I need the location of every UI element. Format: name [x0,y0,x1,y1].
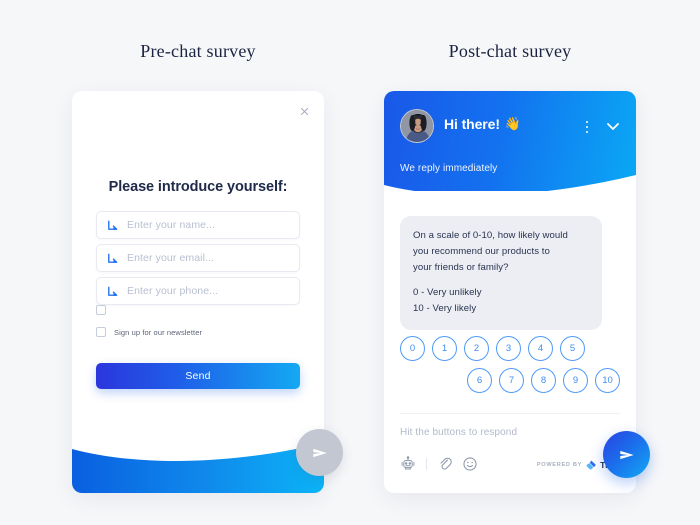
message-input[interactable]: Hit the buttons to respond [400,427,517,438]
phone-field-placeholder: Enter your phone... [127,285,219,297]
attachment-icon[interactable] [437,456,453,472]
rating-button[interactable]: 2 [464,336,489,361]
email-field[interactable]: Enter your email... [96,244,300,272]
post-chat-section-title: Post-chat survey [448,41,572,61]
page-title: Please introduce yourself: [108,179,288,195]
waving-hand-icon: 👋 [504,116,521,131]
rating-button[interactable]: 7 [499,368,524,393]
name-field[interactable]: Enter your name... [96,211,300,239]
newsletter-checkbox-row[interactable]: Sign up for our newsletter [96,327,202,337]
greeting-text: Hi there! [444,116,500,132]
message-line-2: you recommend our products to [413,245,550,257]
post-chat-survey-widget: Hi there! 👋 We reply immediately On a sc… [384,91,636,493]
newsletter-checkbox-label: Sign up for our newsletter [114,327,203,337]
rating-button[interactable]: 3 [496,336,521,361]
chat-header: Hi there! 👋 We reply immediately [384,91,636,199]
decorative-wave [72,443,324,493]
message-line-5: 10 - Very likely [413,303,477,315]
chevron-down-icon[interactable] [604,117,622,135]
pre-chat-send-fab[interactable] [296,429,343,476]
send-button[interactable]: Send [96,363,300,389]
greeting: Hi there! 👋 [444,116,521,132]
rating-button[interactable]: 1 [432,336,457,361]
pre-chat-survey-card: Please introduce yourself: Enter your na… [72,91,324,493]
consent-checkbox-row[interactable] [96,305,114,315]
composer-toolbar [400,456,478,472]
rating-button[interactable]: 6 [467,368,492,393]
name-field-placeholder: Enter your name... [127,219,216,231]
close-icon[interactable] [296,103,312,119]
pre-chat-field-list: Enter your name... Enter your email... E… [96,211,300,310]
rating-button[interactable]: 5 [560,336,585,361]
message-line-3: your friends or family? [413,261,509,273]
emoji-icon[interactable] [462,456,478,472]
rating-button[interactable]: 9 [563,368,588,393]
tidio-logo-icon [586,460,596,470]
bot-icon[interactable] [400,456,416,472]
more-options-icon[interactable] [580,118,594,136]
divider [426,458,427,470]
arrow-down-right-icon [106,285,119,298]
email-field-placeholder: Enter your email... [127,252,215,264]
powered-by-label: POWERED BY [536,462,583,468]
rating-button[interactable]: 4 [528,336,553,361]
arrow-down-right-icon [106,219,119,232]
pre-chat-section-title: Pre-chat survey [140,41,256,61]
rating-button-group: 0 1 2 3 4 5 6 7 8 9 10 [400,336,620,400]
post-chat-send-fab[interactable] [603,431,650,478]
message-line-4: 0 - Very unlikely [413,287,482,299]
consent-checkbox[interactable] [96,305,106,315]
message-line-1: On a scale of 0-10, how likely would [413,230,568,241]
avatar [400,109,434,143]
send-plane-icon [619,450,634,459]
phone-field[interactable]: Enter your phone... [96,277,300,305]
status-badge: We reply immediately [400,163,498,174]
newsletter-checkbox[interactable] [96,327,106,337]
divider [400,413,620,414]
rating-button[interactable]: 0 [400,336,425,361]
rating-button[interactable]: 10 [595,368,620,393]
send-plane-icon [312,448,327,457]
arrow-down-right-icon [106,252,119,265]
survey-message-bubble: On a scale of 0-10, how likely would you… [400,216,602,331]
rating-button[interactable]: 8 [531,368,556,393]
